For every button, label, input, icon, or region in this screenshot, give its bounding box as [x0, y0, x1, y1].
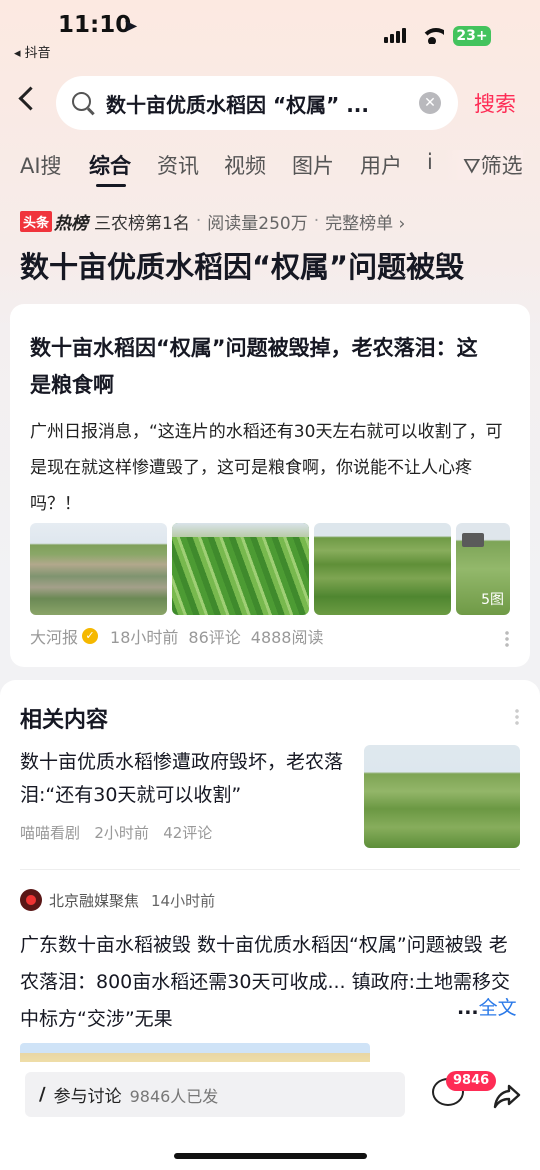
tab-more[interactable]: i: [427, 150, 433, 174]
search-icon: [72, 92, 91, 111]
article-source[interactable]: 大河报: [30, 624, 78, 648]
filter-icon: ⛛: [463, 154, 481, 178]
cellular-signal-icon: [384, 28, 406, 43]
article-image[interactable]: 5图: [456, 523, 510, 615]
search-tabs: AI搜 综合 资讯 视频 图片 用户 i ⛛筛选: [0, 148, 540, 190]
more-options-icon[interactable]: [505, 630, 509, 648]
tab-ai[interactable]: AI搜: [20, 150, 62, 180]
divider: [20, 869, 520, 870]
wifi-icon: [420, 26, 444, 44]
status-time: 11:10: [58, 12, 132, 38]
share-icon[interactable]: [493, 1082, 521, 1110]
image-count: 5图: [481, 592, 504, 608]
ellipsis: ...: [457, 997, 479, 1019]
separator-dot: ·: [313, 211, 320, 231]
hot-topic-title[interactable]: 数十亩优质水稻因“权属”问题被毁: [20, 244, 464, 286]
filter-button[interactable]: ⛛筛选: [445, 150, 523, 180]
status-bar: 11:10 ➤ ◂ 抖音 23+: [0, 0, 540, 62]
avatar: [20, 889, 42, 911]
article-time: 18小时前: [110, 628, 179, 647]
bottom-bar: ∕ 参与讨论 9846人已发 9846: [0, 1062, 540, 1170]
related-item-source: 喵喵看剧: [20, 824, 81, 842]
article-image[interactable]: [172, 523, 309, 615]
post-source[interactable]: 北京融媒聚焦 14小时前: [20, 889, 215, 911]
back-to-app-link[interactable]: ◂ 抖音: [14, 42, 51, 61]
home-indicator: [174, 1153, 367, 1159]
hot-list-bar[interactable]: 头条 热榜 三农榜第1名 · 阅读量250万 · 完整榜单 ›: [20, 208, 405, 234]
tab-comprehensive[interactable]: 综合: [89, 150, 131, 180]
tab-users[interactable]: 用户: [360, 150, 402, 180]
location-arrow-icon: ➤: [123, 16, 139, 37]
tab-images[interactable]: 图片: [292, 150, 334, 180]
tractor-shape: [462, 533, 484, 547]
article-image[interactable]: [314, 523, 451, 615]
expand-full-text[interactable]: ...全文: [455, 993, 517, 1020]
related-item-time: 2小时前: [94, 824, 149, 842]
post-source-name: 北京融媒聚焦: [49, 891, 140, 910]
related-item-thumbnail[interactable]: [364, 745, 520, 848]
verified-icon: ✓: [82, 628, 99, 644]
discuss-count: 9846人已发: [129, 1086, 219, 1106]
tab-news[interactable]: 资讯: [157, 150, 199, 180]
tab-video[interactable]: 视频: [224, 150, 266, 180]
article-image[interactable]: [30, 523, 167, 615]
separator-dot: ·: [195, 211, 202, 231]
post-text[interactable]: 广东数十亩水稻被毁 数十亩优质水稻因“权属”问题被毁 老农落泪：800亩水稻还需…: [20, 927, 520, 1038]
article-meta: 大河报 ✓ 18小时前 86评论 4888阅读: [30, 624, 324, 648]
filter-label: 筛选: [480, 154, 523, 178]
article-comments: 86评论: [188, 628, 241, 647]
article-reads: 4888阅读: [250, 628, 324, 647]
hot-rank: 三农榜第1名: [94, 213, 190, 234]
related-heading: 相关内容: [20, 708, 109, 733]
pen-icon: ∕: [39, 1084, 46, 1105]
search-input[interactable]: 数十亩优质水稻因 “权属” ...: [106, 89, 369, 118]
comment-count-badge: 9846: [446, 1071, 497, 1091]
battery-icon: 23+: [453, 26, 491, 46]
discuss-label: 参与讨论: [53, 1087, 122, 1107]
article-summary: 广州日报消息，“这连片的水稻还有30天左右就可以收割了，可是现在就这样惨遭毁了，…: [30, 422, 503, 514]
article-card[interactable]: 数十亩水稻因“权属”问题被毁掉，老农落泪：这是粮食啊 广州日报消息，“这连片的水…: [10, 304, 530, 667]
article-title[interactable]: 数十亩水稻因“权属”问题被毁掉，老农落泪：这是粮食啊: [30, 330, 498, 404]
discuss-input[interactable]: ∕ 参与讨论 9846人已发: [25, 1072, 405, 1117]
hot-list-logo: 热榜: [54, 213, 89, 234]
hot-reads: 阅读量250万: [207, 213, 308, 234]
post-time: 14小时前: [151, 891, 216, 910]
related-item-title[interactable]: 数十亩优质水稻惨遭政府毁坏，老农落泪:“还有30天就可以收割”: [20, 746, 350, 812]
related-item-meta: 喵喵看剧 2小时前 42评论: [20, 822, 212, 843]
search-header: 数十亩优质水稻因 “权属” ... ✕ 搜索: [0, 76, 540, 132]
full-list-link[interactable]: 完整榜单 ›: [325, 209, 405, 234]
back-arrow-icon[interactable]: [18, 86, 43, 111]
related-item-comments: 42评论: [163, 824, 213, 842]
search-box[interactable]: 数十亩优质水稻因 “权属” ... ✕: [56, 76, 458, 130]
active-tab-indicator: [96, 184, 126, 187]
more-options-icon[interactable]: [515, 708, 519, 726]
toutiao-logo: 头条: [20, 210, 53, 232]
full-text-link[interactable]: 全文: [479, 997, 517, 1019]
search-button[interactable]: 搜索: [474, 88, 516, 118]
clear-icon[interactable]: ✕: [419, 92, 441, 114]
